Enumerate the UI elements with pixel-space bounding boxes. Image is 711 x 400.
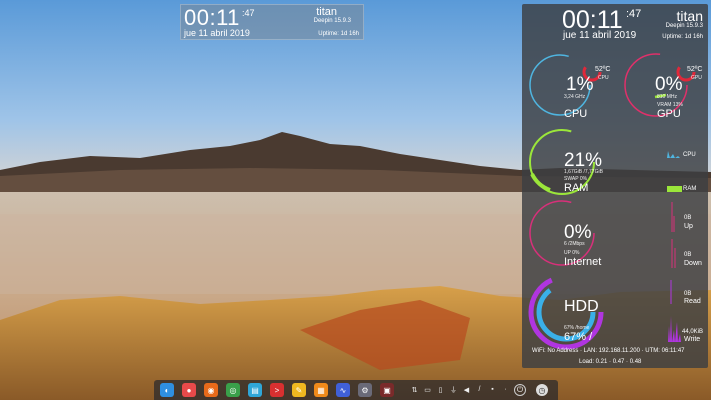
- tray-pen-icon[interactable]: /: [475, 385, 484, 394]
- system-monitor-panel: 00:11 :47 jue 11 abril 2019 titan Deepin…: [522, 4, 708, 368]
- hdd-label: HDD: [564, 298, 599, 315]
- settings-icon[interactable]: ⚙: [358, 383, 372, 397]
- notes-icon[interactable]: ✎: [292, 383, 306, 397]
- panel-uptime: Uptime: 1d 16h: [662, 34, 703, 40]
- cpu-temperature: 52ºC: [595, 66, 611, 73]
- disk-read-label: Read: [684, 298, 701, 305]
- tray-network-icon[interactable]: ⇅: [410, 385, 419, 394]
- disk-write-graph: [668, 316, 681, 342]
- internet-speed: 6 /2Mbps: [564, 241, 585, 247]
- chrome-icon[interactable]: ◎: [226, 383, 240, 397]
- gpu-temp-label: GPU: [691, 75, 702, 81]
- cpu-graph-label: CPU: [683, 152, 696, 158]
- ram-graph-label: RAM: [683, 186, 697, 192]
- disk-write-value: 44,0KiB: [682, 329, 704, 335]
- gpu-label: GPU: [657, 108, 681, 120]
- ram-label: RAM: [564, 182, 589, 194]
- launcher-icon[interactable]: ◐: [160, 383, 174, 397]
- hdd-root-usage: 67% /: [564, 331, 593, 343]
- firefox-icon[interactable]: ◉: [204, 383, 218, 397]
- screenshot-icon[interactable]: ▣: [380, 383, 394, 397]
- gauge-rings: [528, 53, 696, 350]
- terminal-icon[interactable]: >: [270, 383, 284, 397]
- clock-icon[interactable]: ◷: [536, 384, 548, 396]
- gpu-percent: 0%: [655, 74, 683, 95]
- load-average-footer: Load: 0.21 · 0.47 · 0.48: [579, 359, 642, 365]
- tray-shortcut-icon[interactable]: ·: [501, 385, 510, 394]
- internet-label: Internet: [564, 256, 602, 268]
- panel-os-version: Deepin 15.9.3: [665, 23, 703, 29]
- cpu-percent: 1%: [566, 74, 594, 95]
- disk-read-value: 0B: [684, 291, 692, 297]
- cpu-frequency: 3,24 GHz: [564, 94, 586, 100]
- calculator-icon[interactable]: ▦: [314, 383, 328, 397]
- gpu-frequency: 810 MHz: [657, 94, 678, 100]
- ram-usage-arc: [530, 173, 551, 192]
- power-icon[interactable]: ⏻: [514, 384, 526, 396]
- uptime: Uptime: 1d 16h: [318, 31, 359, 37]
- top-clock-widget: 00:11 :47 jue 11 abril 2019 titan Deepin…: [180, 4, 364, 40]
- upload-value: 0B: [684, 215, 692, 221]
- ram-mini-bar: [667, 186, 682, 192]
- download-label: Down: [684, 260, 702, 267]
- download-value: 0B: [684, 252, 692, 258]
- tray-volume-icon[interactable]: ◀: [462, 385, 471, 394]
- tray-keyboard-icon[interactable]: ▭: [423, 385, 432, 394]
- cpu-label: CPU: [564, 108, 588, 120]
- upload-label: Up: [684, 223, 693, 230]
- dock-panel: ◐ ● ◉ ◎ ▤ > ✎ ▦ ∿ ⚙ ▣ ⇅ ▭ ▯ ⏚ ◀ / ▪ · ⏻ ◷: [154, 380, 558, 400]
- disk-write-label: Write: [684, 336, 701, 343]
- cpu-temp-label: CPU: [598, 75, 609, 81]
- system-monitor-icon[interactable]: ∿: [336, 383, 350, 397]
- os-version: Deepin 15.9.3: [313, 18, 351, 24]
- network-status-footer: WiFi: No Address · LAN: 192.168.11.200 ·…: [532, 348, 685, 354]
- panel-clock-date: jue 11 abril 2019: [563, 30, 637, 41]
- ram-detail: 1,67GiB /7,77GiB: [564, 169, 603, 175]
- file-manager-icon[interactable]: ▤: [248, 383, 262, 397]
- tray-clipboard-icon[interactable]: ▯: [436, 385, 445, 394]
- hostname: titan: [316, 6, 337, 18]
- clock-seconds: :47: [242, 8, 255, 18]
- panel-clock-seconds: :47: [626, 8, 642, 20]
- gpu-temperature: 52ºC: [687, 66, 703, 73]
- screen-recorder-icon[interactable]: ●: [182, 383, 196, 397]
- cpu-mini-graph: [664, 151, 680, 158]
- tray-display-icon[interactable]: ▪: [488, 385, 497, 394]
- tray-usb-icon[interactable]: ⏚: [449, 385, 458, 394]
- clock-date: jue 11 abril 2019: [184, 28, 250, 38]
- panel-hostname: titan: [676, 8, 703, 24]
